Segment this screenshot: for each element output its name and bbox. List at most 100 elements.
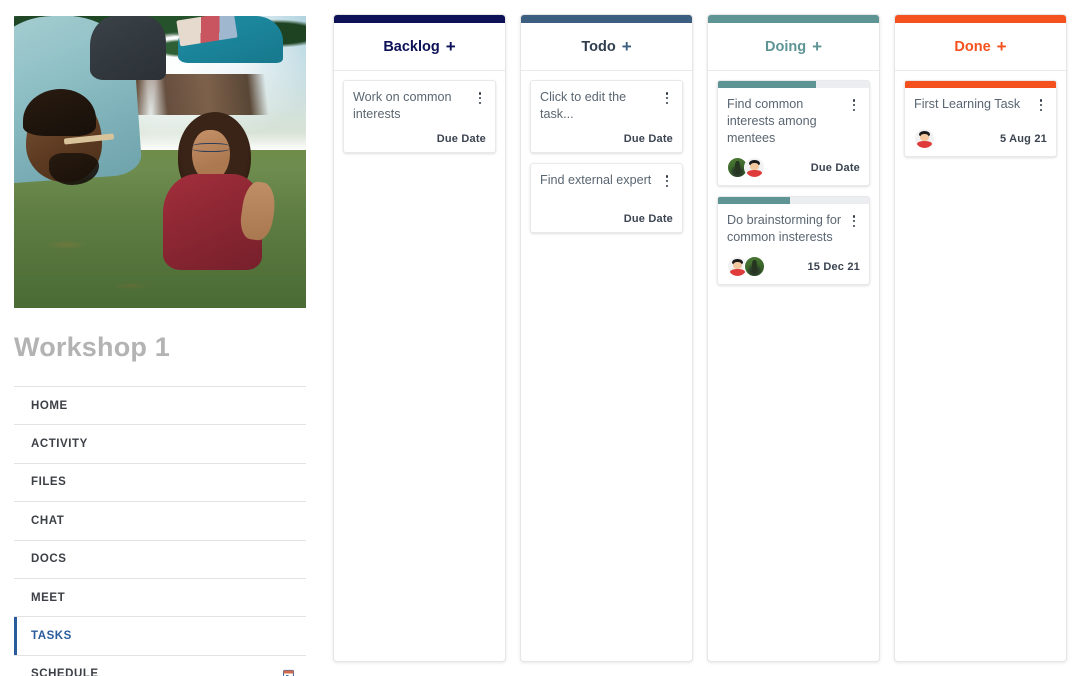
column-header: Todo + [521,23,692,71]
kanban-column-done: Done + First Learning Task 5 Aug 21 [894,14,1067,662]
avatar[interactable] [914,128,935,149]
column-color-bar [521,15,692,23]
hero-woman-glasses [192,143,231,152]
task-card-body: Work on common interests Due Date [344,81,495,152]
task-due-date[interactable]: Due Date [811,162,860,174]
task-title[interactable]: Click to edit the task... [540,89,655,123]
task-card-body: Find common interests among mentees Due D… [718,88,869,185]
task-title[interactable]: Find external expert [540,172,655,189]
task-card[interactable]: First Learning Task 5 Aug 21 [904,80,1057,157]
add-card-button-doing[interactable]: + [812,38,822,55]
sidebar-item-label: ACTIVITY [31,438,88,451]
avatar[interactable] [744,256,765,277]
column-title: Todo [581,38,616,55]
task-card-footer: 5 Aug 21 [914,118,1047,149]
sidebar-item-label: TASKS [31,630,72,643]
sidebar-item-files[interactable]: FILES [14,463,306,503]
task-assignee-avatars [727,157,765,178]
add-card-button-todo[interactable]: + [622,38,632,55]
task-due-date[interactable]: Due Date [624,213,673,225]
task-menu-icon[interactable] [848,212,860,228]
column-title: Done [954,38,991,55]
task-card-footer: 15 Dec 21 [727,246,860,277]
task-assignee-avatars [914,128,935,149]
sidebar-item-schedule[interactable]: SCHEDULE [14,655,306,676]
task-card-top: Work on common interests [353,89,486,123]
task-card-top: Click to edit the task... [540,89,673,123]
task-menu-icon[interactable] [848,96,860,112]
task-assignee-avatars [727,256,765,277]
column-color-bar [708,15,879,23]
task-menu-icon[interactable] [1035,96,1047,112]
sidebar-item-label: DOCS [31,553,67,566]
kanban-column-doing: Doing + Find common interests among mentee… [707,14,880,662]
workspace-title: Workshop 1 [14,331,171,362]
sidebar-item-meet[interactable]: MEET [14,578,306,618]
workspace-hero-image [14,16,306,308]
sidebar-item-activity[interactable]: ACTIVITY [14,425,306,464]
task-due-date[interactable]: 15 Dec 21 [807,261,860,273]
task-card[interactable]: Work on common interests Due Date [343,80,496,153]
task-board-page: Workshop 1 HOME ACTIVITY FILES CHAT DOCS MEET… [0,0,1091,676]
task-due-date[interactable]: Due Date [624,133,673,145]
task-card-body: First Learning Task 5 Aug 21 [905,88,1056,156]
sidebar-item-docs[interactable]: DOCS [14,540,306,579]
task-card-footer: Due Date [727,147,860,178]
task-progress-fill [905,81,1056,88]
task-title[interactable]: Work on common interests [353,89,468,123]
column-title: Doing [764,38,807,55]
task-due-date[interactable]: Due Date [437,133,486,145]
column-title: Backlog [383,38,440,55]
task-progress-fill [718,81,817,88]
task-card-top: First Learning Task [914,96,1047,113]
task-title[interactable]: First Learning Task [914,96,1029,113]
task-card[interactable]: Find external expert Due Date [530,163,683,233]
add-card-button-done[interactable]: + [997,38,1007,55]
task-title[interactable]: Find common interests among mentees [727,96,842,147]
task-card-body: Click to edit the task... Due Date [531,81,682,152]
task-due-date[interactable]: 5 Aug 21 [1000,133,1047,145]
sidebar-nav-list: HOME ACTIVITY FILES CHAT DOCS MEET TASKS SCHEDU… [14,386,306,676]
column-header: Backlog + [334,23,505,71]
avatar[interactable] [744,157,765,178]
column-card-list: First Learning Task 5 Aug 21 [895,71,1066,661]
task-menu-icon[interactable] [661,89,673,105]
sidebar-item-label: FILES [31,476,67,489]
task-card-body: Do brainstorming for common insterests 15… [718,204,869,284]
workspace-sidebar: Workshop 1 HOME ACTIVITY FILES CHAT DOCS MEET… [14,16,306,676]
column-color-bar [895,15,1066,23]
sidebar-item-label: SCHEDULE [31,668,99,676]
sidebar-item-label: HOME [31,399,68,412]
task-card-top: Find common interests among mentees [727,96,860,147]
sidebar-item-label: CHAT [31,514,65,527]
kanban-column-backlog: Backlog + Work on common interests Due Date [333,14,506,662]
add-card-button-backlog[interactable]: + [446,38,456,55]
task-progress-bar [718,81,869,88]
hero-man-jeans [89,16,166,81]
task-menu-icon[interactable] [474,89,486,105]
task-progress-bar [718,197,869,204]
sidebar-item-chat[interactable]: CHAT [14,502,306,541]
task-menu-icon[interactable] [661,172,673,188]
sidebar-item-home[interactable]: HOME [14,387,306,426]
sidebar-item-label: MEET [31,591,66,604]
task-card[interactable]: Click to edit the task... Due Date [530,80,683,153]
column-card-list: Find common interests among mentees Due D… [708,71,879,661]
task-card[interactable]: Do brainstorming for common insterests 15… [717,196,870,285]
column-header: Doing + [708,23,879,71]
column-header: Done + [895,23,1066,71]
column-card-list: Work on common interests Due Date [334,71,505,661]
task-card[interactable]: Find common interests among mentees Due D… [717,80,870,186]
kanban-board: Backlog + Work on common interests Due Date… [333,14,1067,662]
task-card-footer: Due Date [353,123,486,145]
task-title[interactable]: Do brainstorming for common insterests [727,212,842,246]
column-color-bar [334,15,505,23]
task-card-top: Do brainstorming for common insterests [727,212,860,246]
task-card-top: Find external expert [540,172,673,189]
task-card-footer: Due Date [540,123,673,145]
task-progress-bar [905,81,1056,88]
column-card-list: Click to edit the task... Due Date Find ex… [521,71,692,661]
kanban-column-todo: Todo + Click to edit the task... Due Date Fi… [520,14,693,662]
sidebar-item-tasks[interactable]: TASKS [14,617,306,656]
task-card-footer: Due Date [540,203,673,225]
